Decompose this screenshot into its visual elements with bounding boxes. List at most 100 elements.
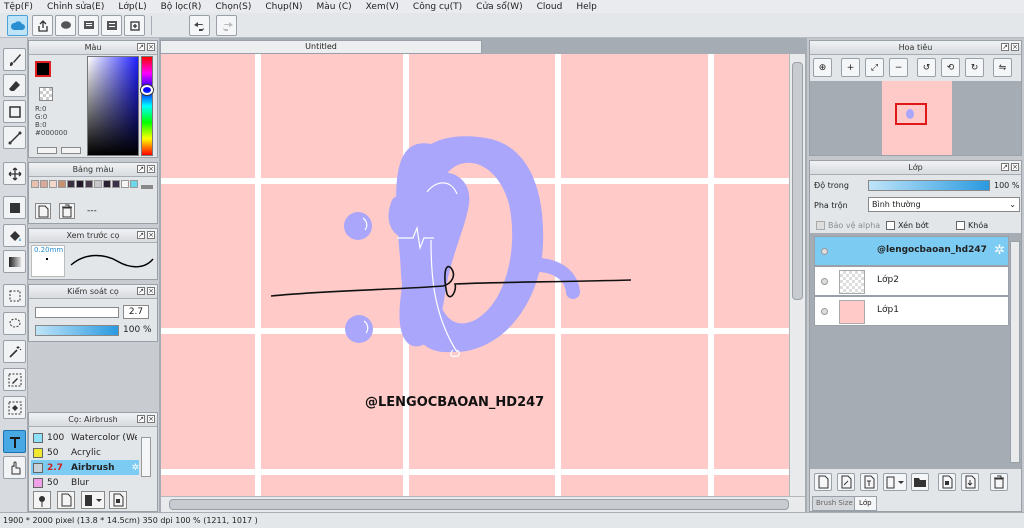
- visibility-eye-icon[interactable]: [821, 248, 828, 255]
- add-swatch-button[interactable]: [35, 203, 51, 219]
- hue-slider-handle[interactable]: [141, 85, 153, 95]
- brush-copy-button[interactable]: [109, 491, 127, 509]
- zoom-out-button[interactable]: −: [889, 58, 908, 77]
- menu-cloud[interactable]: Cloud: [537, 2, 563, 12]
- select-pen-tool[interactable]: [3, 368, 26, 391]
- layer-menu-button[interactable]: [883, 473, 907, 491]
- brush-size-slider[interactable]: [35, 307, 119, 318]
- panel-close-icon[interactable]: ×: [1011, 163, 1019, 171]
- undo-button[interactable]: [189, 15, 210, 36]
- menu-select[interactable]: Chọn(S): [215, 2, 251, 12]
- blend-mode-select[interactable]: Bình thường ⌄: [868, 197, 1020, 212]
- zoom-in-button[interactable]: +: [841, 58, 860, 77]
- new-text-layer-button[interactable]: [860, 473, 878, 491]
- protect-alpha-checkbox[interactable]: Bảo vệ alpha: [816, 221, 880, 230]
- menu-window[interactable]: Cửa sổ(W): [476, 2, 522, 12]
- magic-wand-tool[interactable]: [3, 340, 26, 363]
- navigator-preview[interactable]: [810, 81, 1021, 155]
- select-tool[interactable]: [3, 284, 26, 307]
- new-folder-button[interactable]: [911, 473, 929, 491]
- drawing-canvas[interactable]: @LENGOCBAOAN_HD247: [161, 54, 789, 496]
- list-button[interactable]: [101, 15, 122, 36]
- menu-view[interactable]: Xem(V): [366, 2, 399, 12]
- layer-opacity-slider[interactable]: [868, 180, 990, 191]
- brush-settings-button[interactable]: [33, 491, 51, 509]
- menu-edit[interactable]: Chỉnh sửa(E): [47, 2, 104, 12]
- swatch-color-11[interactable]: [130, 180, 138, 188]
- panel-undock-icon[interactable]: ↗: [137, 415, 145, 423]
- menu-filter[interactable]: Bộ lọc(R): [161, 2, 202, 12]
- swatch-color-4[interactable]: [67, 180, 75, 188]
- color-mode-button-2[interactable]: [61, 147, 81, 154]
- canvas-horizontal-scrollbar[interactable]: [161, 496, 805, 512]
- rotate-right-button[interactable]: ↻: [965, 58, 984, 77]
- select-eraser-tool[interactable]: [3, 396, 26, 419]
- delete-layer-button[interactable]: [990, 473, 1008, 491]
- copy-layer-button[interactable]: [938, 473, 956, 491]
- comment-button[interactable]: [55, 15, 76, 36]
- panel-undock-icon[interactable]: ↗: [137, 287, 145, 295]
- export-button[interactable]: [32, 15, 53, 36]
- flip-button[interactable]: ⇋: [993, 58, 1012, 77]
- saturation-value-picker[interactable]: [87, 56, 139, 156]
- panel-close-icon[interactable]: ×: [147, 165, 155, 173]
- panel-close-icon[interactable]: ×: [147, 43, 155, 51]
- visibility-eye-icon[interactable]: [821, 278, 828, 285]
- gear-icon[interactable]: ✲: [131, 463, 139, 473]
- swatch-color-7[interactable]: [94, 180, 102, 188]
- delete-swatch-button[interactable]: [59, 203, 75, 219]
- brush-item[interactable]: 100Watercolor (Wet): [31, 430, 139, 445]
- panel-undock-icon[interactable]: ↗: [1001, 163, 1009, 171]
- transparent-color-swatch[interactable]: [39, 87, 53, 101]
- swatch-color-1[interactable]: [40, 180, 48, 188]
- zoom-fit-button[interactable]: ⊕: [813, 58, 832, 77]
- swatch-color-5[interactable]: [76, 180, 84, 188]
- hand-tool[interactable]: [3, 456, 26, 479]
- move-tool[interactable]: [3, 162, 26, 185]
- brush-menu-button[interactable]: [81, 491, 105, 509]
- swatch-scroll[interactable]: [141, 185, 153, 189]
- panel-undock-icon[interactable]: ↗: [137, 165, 145, 173]
- swatch-color-0[interactable]: [31, 180, 39, 188]
- menu-color[interactable]: Màu (C): [317, 2, 352, 12]
- rotate-left-button[interactable]: ↺: [917, 58, 936, 77]
- brush-item-selected[interactable]: 2.7 Airbrush ✲: [31, 460, 139, 475]
- gear-icon[interactable]: ✲: [994, 243, 1005, 258]
- panel-undock-icon[interactable]: ↗: [137, 43, 145, 51]
- swatch-color-3[interactable]: [58, 180, 66, 188]
- lasso-tool[interactable]: [3, 312, 26, 335]
- swatch-color-9[interactable]: [112, 180, 120, 188]
- clipping-checkbox[interactable]: Xén bớt: [886, 221, 929, 230]
- document-tab[interactable]: Untitled: [160, 40, 482, 54]
- rotate-reset-button[interactable]: ⟲: [941, 58, 960, 77]
- swatch-color-8[interactable]: [103, 180, 111, 188]
- menu-tools[interactable]: Công cụ(T): [413, 2, 462, 12]
- tab-layer[interactable]: Lớp: [854, 496, 877, 511]
- horizontal-scroll-thumb[interactable]: [169, 499, 789, 510]
- panel-close-icon[interactable]: ×: [147, 231, 155, 239]
- hue-slider[interactable]: [141, 56, 153, 156]
- foreground-color-swatch[interactable]: [35, 61, 51, 77]
- panel-undock-icon[interactable]: ↗: [137, 231, 145, 239]
- brush-item[interactable]: 50 Acrylic: [31, 445, 139, 460]
- color-mode-button-1[interactable]: [37, 147, 57, 154]
- brush-opacity-slider[interactable]: [35, 325, 119, 336]
- brush-list-scrollbar[interactable]: [141, 437, 151, 477]
- menu-help[interactable]: Help: [576, 2, 597, 12]
- menu-file[interactable]: Tệp(F): [4, 2, 33, 12]
- brush-item[interactable]: 50 Blur: [31, 475, 139, 490]
- panel-close-icon[interactable]: ×: [147, 287, 155, 295]
- board-button[interactable]: [78, 15, 99, 36]
- layer-row-lop2[interactable]: Lớp2: [814, 266, 1009, 296]
- rect-select-tool[interactable]: [3, 100, 26, 123]
- line-tool[interactable]: [3, 126, 26, 149]
- new-vector-layer-button[interactable]: [837, 473, 855, 491]
- redo-button[interactable]: [216, 15, 237, 36]
- swatch-color-10[interactable]: [121, 180, 129, 188]
- canvas-vertical-scrollbar[interactable]: [789, 54, 805, 496]
- fill-rect-tool[interactable]: [3, 196, 26, 219]
- new-brush-button[interactable]: [57, 491, 75, 509]
- new-layer-button[interactable]: [814, 473, 832, 491]
- tab-brush-size[interactable]: Brush Size: [812, 496, 857, 511]
- vertical-scroll-thumb[interactable]: [792, 62, 803, 300]
